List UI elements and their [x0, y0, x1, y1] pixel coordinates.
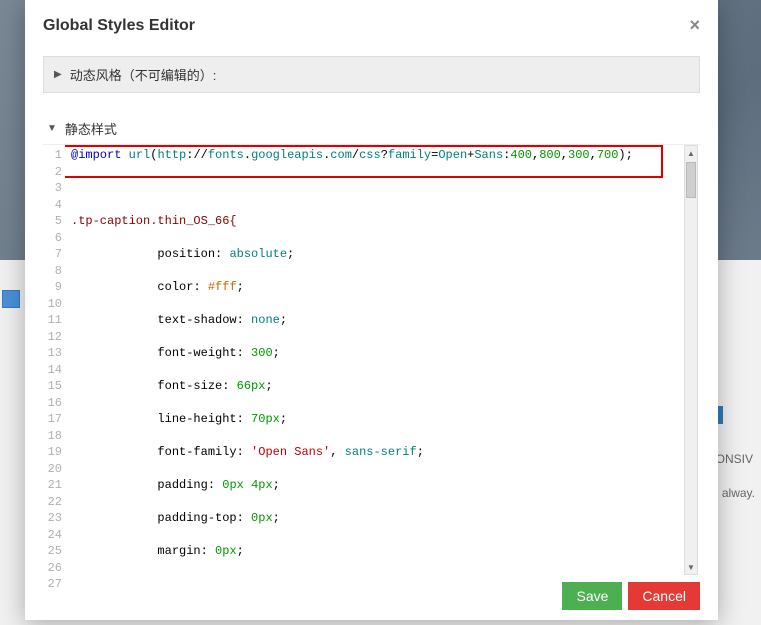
chevron-down-icon: ▼ [47, 123, 57, 134]
code-line: margin: 0px; [71, 543, 686, 560]
line-num: 20 [43, 461, 62, 478]
line-num: 15 [43, 378, 62, 395]
code-line: color: #fff; [71, 279, 686, 296]
static-section-label: 静态样式 [65, 119, 117, 138]
line-num: 6 [43, 230, 62, 247]
line-num: 4 [43, 197, 62, 214]
scroll-down-icon[interactable]: ▼ [685, 560, 697, 574]
code-editor[interactable]: 1 2 3 4 5 6 7 8 9 10 11 12 13 14 15 16 1… [43, 144, 700, 575]
line-num: 13 [43, 345, 62, 362]
cancel-button[interactable]: Cancel [628, 582, 700, 610]
dynamic-section-header[interactable]: ▶ 动态风格（不可编辑的）: [43, 56, 700, 93]
scroll-up-icon[interactable]: ▲ [685, 146, 697, 160]
close-icon[interactable]: × [689, 15, 700, 36]
save-button[interactable]: Save [562, 582, 622, 610]
modal-title: Global Styles Editor [43, 17, 195, 35]
line-num: 3 [43, 180, 62, 197]
line-num: 19 [43, 444, 62, 461]
line-num: 9 [43, 279, 62, 296]
dynamic-section-label: 动态风格（不可编辑的）: [70, 65, 217, 84]
code-line [71, 180, 686, 197]
line-num: 18 [43, 428, 62, 445]
scrollbar[interactable]: ▲ ▼ [684, 145, 698, 575]
line-num: 7 [43, 246, 62, 263]
line-num: 16 [43, 395, 62, 412]
bg-text: I alway. [715, 486, 755, 500]
code-line: line-height: 70px; [71, 411, 686, 428]
code-line: font-size: 66px; [71, 378, 686, 395]
scrollbar-thumb[interactable] [686, 162, 696, 198]
code-line: @import url(http://fonts.googleapis.com/… [71, 147, 686, 164]
bg-image-icon [2, 290, 20, 308]
static-section-header[interactable]: ▼ 静态样式 [43, 117, 700, 144]
line-num: 12 [43, 329, 62, 346]
line-num: 25 [43, 543, 62, 560]
line-num: 27 [43, 576, 62, 593]
modal-body: ▶ 动态风格（不可编辑的）: ▼ 静态样式 1 2 3 4 5 6 7 8 9 … [25, 46, 718, 575]
code-line: .tp-caption.thin_OS_66{ [71, 213, 686, 230]
modal-footer: Save Cancel [562, 582, 700, 610]
line-num: 17 [43, 411, 62, 428]
line-num: 24 [43, 527, 62, 544]
bg-text: ONSIV [716, 452, 753, 466]
global-styles-modal: Global Styles Editor × ▶ 动态风格（不可编辑的）: ▼ … [25, 0, 718, 620]
code-area[interactable]: @import url(http://fonts.googleapis.com/… [65, 145, 700, 575]
line-num: 10 [43, 296, 62, 313]
code-line: padding-top: 0px; [71, 510, 686, 527]
line-num: 22 [43, 494, 62, 511]
modal-header: Global Styles Editor × [25, 0, 718, 46]
chevron-right-icon: ▶ [54, 69, 62, 80]
line-num: 21 [43, 477, 62, 494]
code-line: position: absolute; [71, 246, 686, 263]
line-num: 23 [43, 510, 62, 527]
line-num: 2 [43, 164, 62, 181]
line-num: 26 [43, 560, 62, 577]
line-num: 14 [43, 362, 62, 379]
code-line: padding: 0px 4px; [71, 477, 686, 494]
code-line: text-shadow: none; [71, 312, 686, 329]
line-num: 8 [43, 263, 62, 280]
code-line: font-family: 'Open Sans', sans-serif; [71, 444, 686, 461]
line-num: 5 [43, 213, 62, 230]
code-line: font-weight: 300; [71, 345, 686, 362]
line-num: 11 [43, 312, 62, 329]
line-num: 1 [43, 147, 62, 164]
line-gutter: 1 2 3 4 5 6 7 8 9 10 11 12 13 14 15 16 1… [43, 145, 65, 593]
